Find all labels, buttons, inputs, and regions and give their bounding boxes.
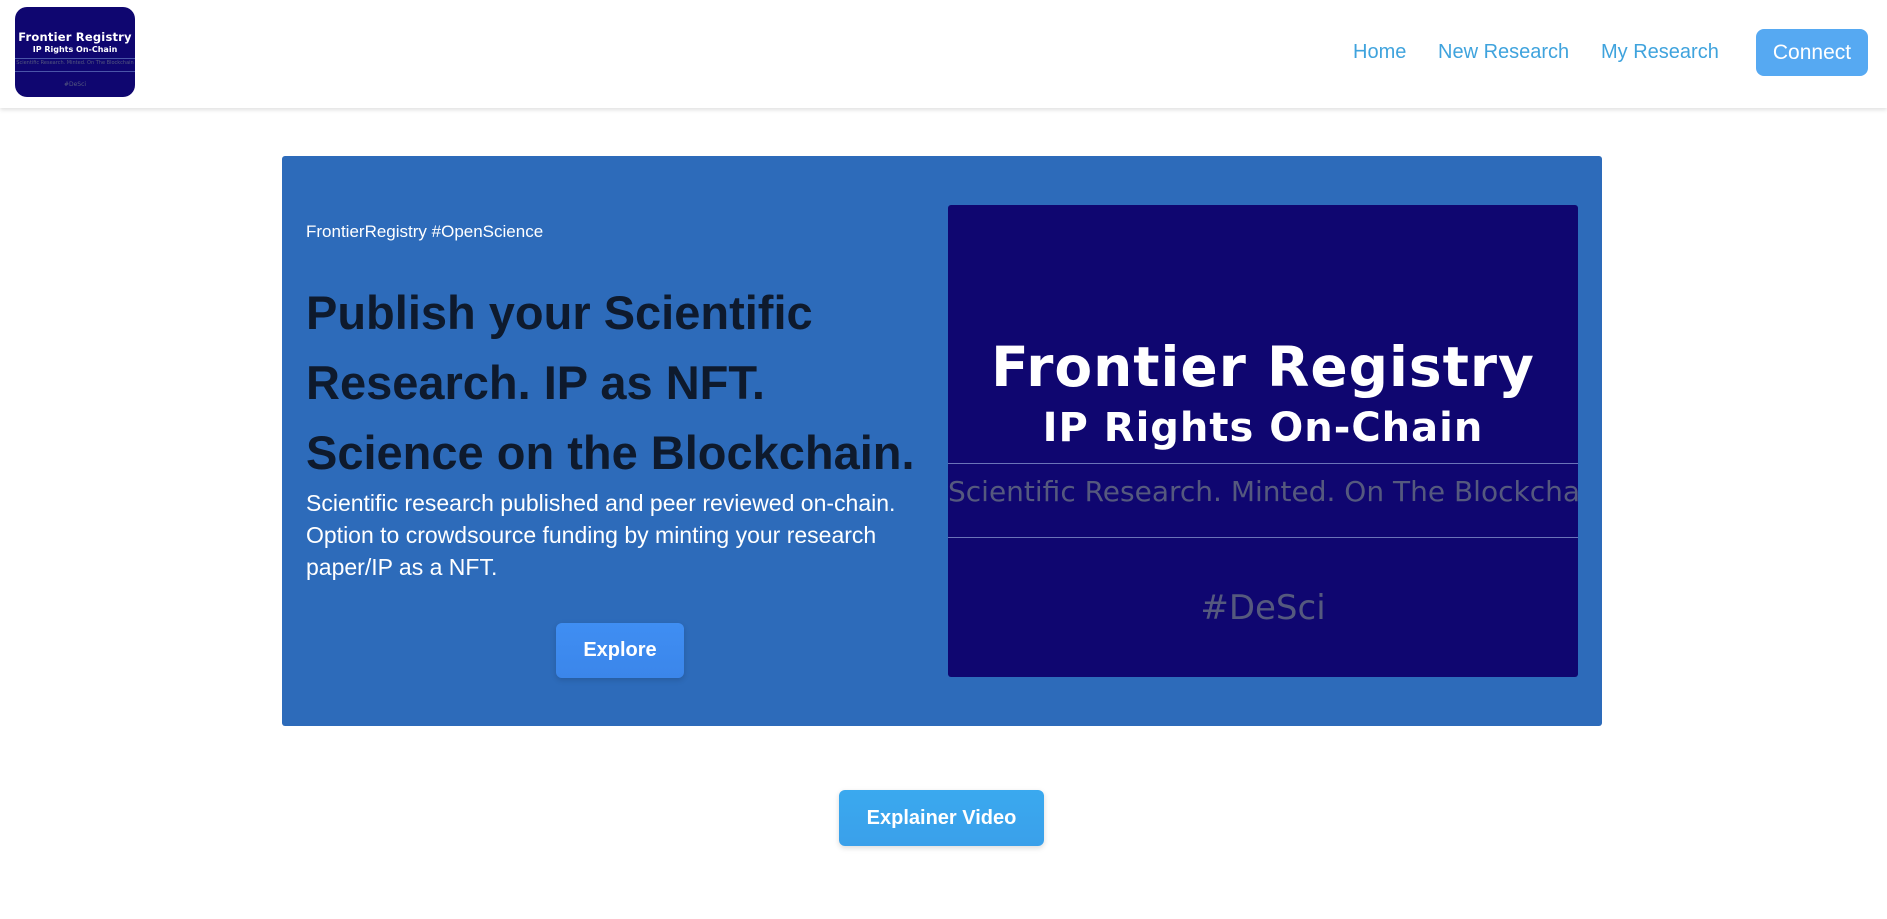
hero-tag: FrontierRegistry #OpenScience bbox=[306, 222, 544, 241]
logo-divider bbox=[15, 58, 135, 59]
logo-subtitle: IP Rights On-Chain bbox=[32, 45, 118, 54]
logo-title: Frontier Registry bbox=[18, 30, 132, 44]
banner-title: Frontier Registry bbox=[991, 335, 1535, 399]
logo-hashtag: #DeSci bbox=[63, 81, 87, 88]
banner-divider bbox=[948, 463, 1578, 464]
nav-link-new-research[interactable]: New Research bbox=[1438, 41, 1569, 64]
explore-button[interactable]: Explore bbox=[556, 623, 684, 678]
hero-section: FrontierRegistry #OpenScience Publish yo… bbox=[282, 156, 1602, 726]
banner-divider bbox=[948, 537, 1578, 538]
logo-tagline: Scientific Research. Minted. On The Bloc… bbox=[16, 60, 134, 66]
banner-tagline: Scientific Research. Minted. On The Bloc… bbox=[948, 475, 1578, 508]
connect-button[interactable]: Connect bbox=[1756, 29, 1868, 76]
banner-subtitle: IP Rights On-Chain bbox=[1042, 405, 1484, 451]
nav-link-my-research[interactable]: My Research bbox=[1601, 41, 1719, 64]
explainer-video-button[interactable]: Explainer Video bbox=[839, 790, 1044, 846]
hero-title: Publish your Scientific Research. IP as … bbox=[306, 286, 915, 479]
banner-hashtag: #DeSci bbox=[1200, 588, 1326, 628]
logo-divider bbox=[15, 71, 135, 72]
navbar: Frontier Registry IP Rights On-Chain Sci… bbox=[0, 0, 1887, 108]
hero-banner-image: Frontier Registry IP Rights On-Chain Sci… bbox=[948, 205, 1578, 677]
hero-description: Scientific research published and peer r… bbox=[306, 490, 896, 580]
logo[interactable]: Frontier Registry IP Rights On-Chain Sci… bbox=[15, 7, 135, 97]
nav-link-home[interactable]: Home bbox=[1353, 41, 1406, 64]
